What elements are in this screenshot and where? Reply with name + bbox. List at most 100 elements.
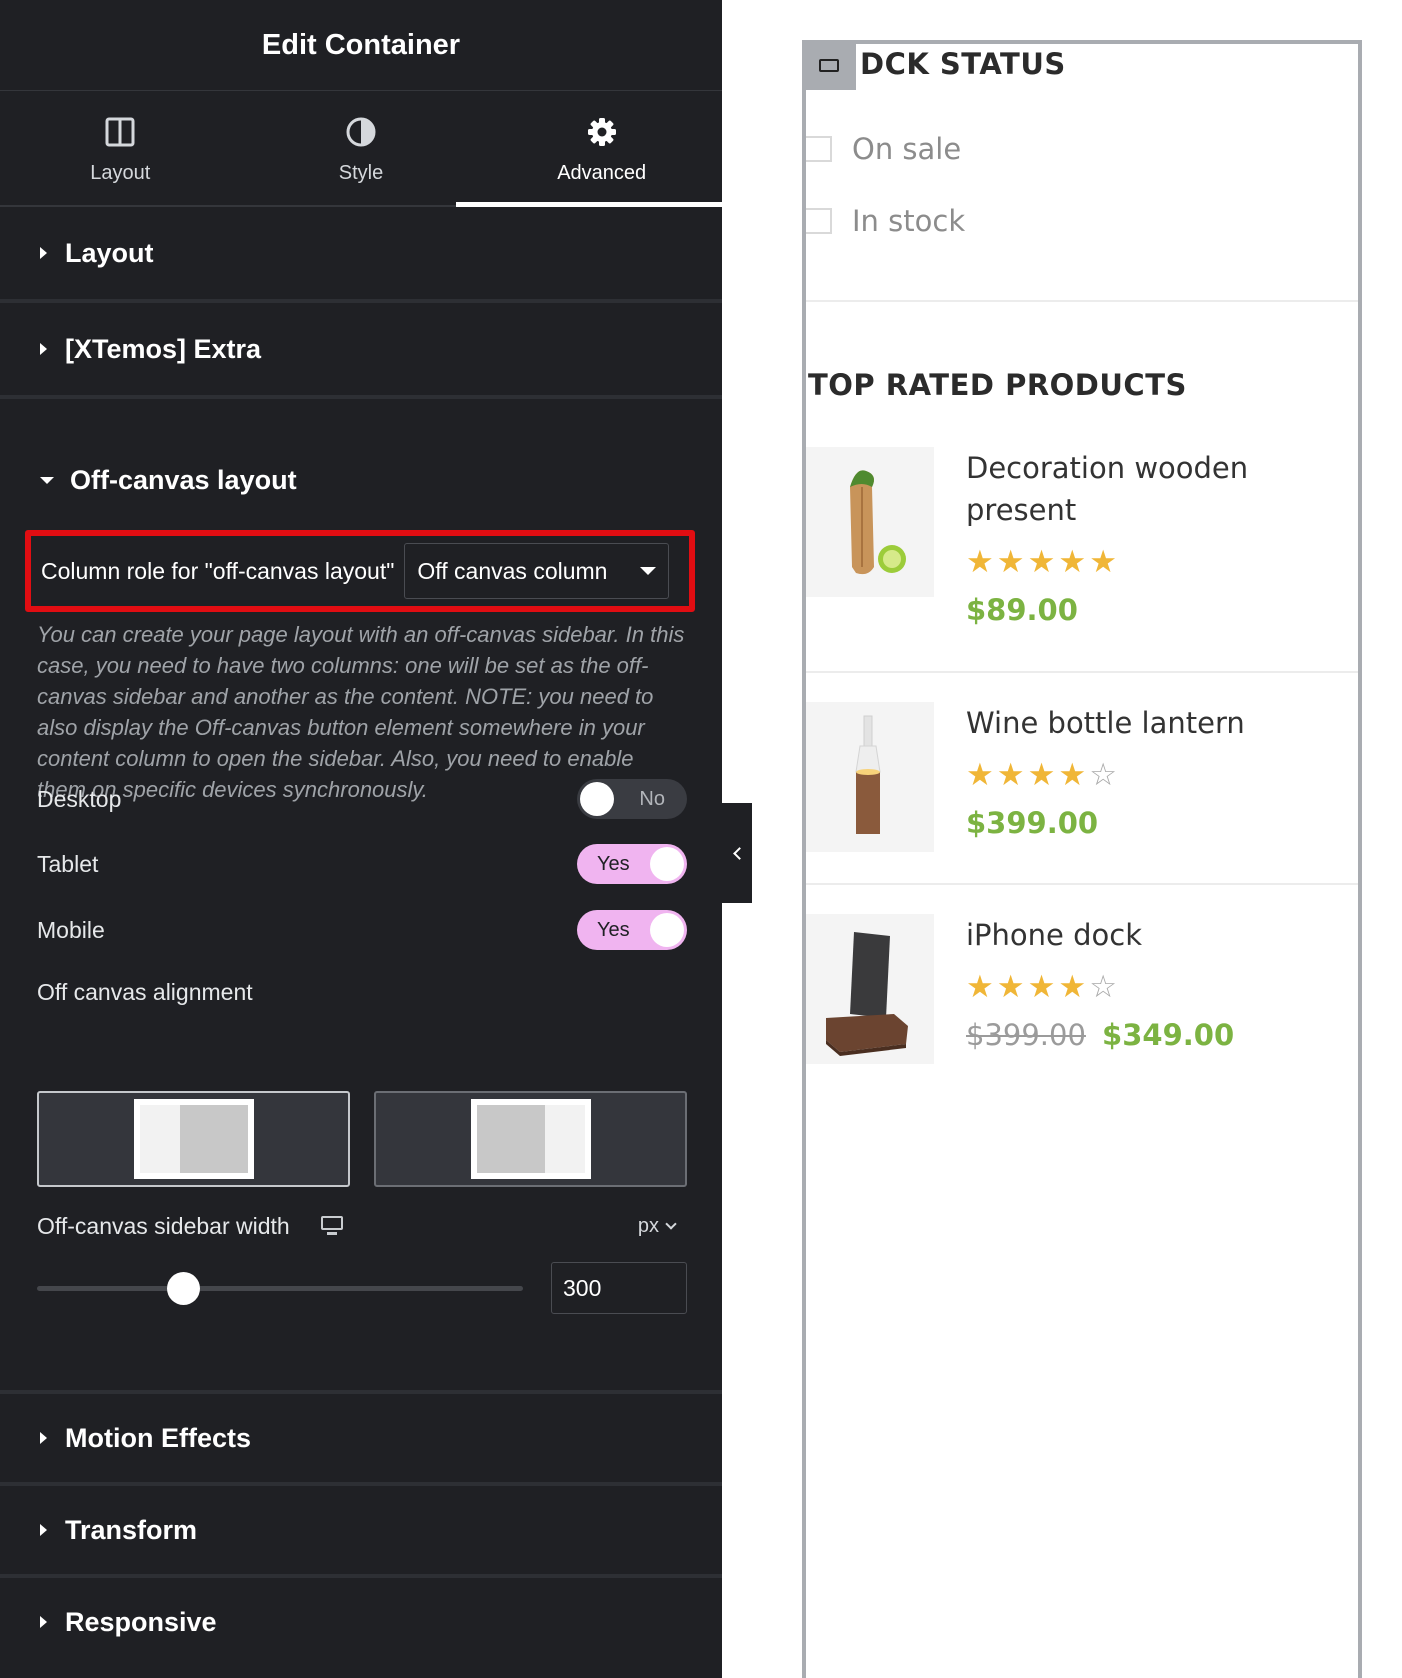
section-xtemos-extra[interactable]: [XTemos] Extra (0, 303, 722, 399)
product-name[interactable]: Decoration wooden present (966, 447, 1356, 531)
filter-in-stock[interactable]: In stock (806, 204, 965, 238)
tab-style-label: Style (338, 161, 384, 184)
price-row: $89.00 (966, 593, 1356, 627)
tab-layout[interactable]: Layout (0, 91, 241, 205)
container-edit-handle[interactable] (802, 40, 856, 90)
star-icon: ★ (1027, 969, 1056, 1004)
unit-value: px (637, 1214, 659, 1237)
top-rated-title: TOP RATED PRODUCTS (808, 368, 1187, 402)
product-price: $399.00 (966, 806, 1099, 840)
container-icon (819, 58, 839, 72)
star-outline-icon: ☆ (1089, 757, 1117, 792)
alignment-options (37, 1091, 687, 1187)
mobile-toggle-text: Yes (597, 919, 630, 941)
alignment-label-row: Off canvas alignment (37, 976, 687, 1008)
rating-stars: ★ ★ ★ ★ ☆ (966, 970, 1356, 1004)
chevron-down-icon (640, 567, 657, 575)
product-item: Wine bottle lantern ★ ★ ★ ★ ☆ $399.00 (806, 702, 1358, 862)
star-icon: ★ (966, 544, 994, 579)
star-icon: ★ (996, 544, 1025, 579)
rating-stars: ★ ★ ★ ★ ★ (966, 545, 1356, 579)
product-name[interactable]: Wine bottle lantern (966, 702, 1356, 744)
price-row: $399.00 $349.00 (966, 1018, 1356, 1052)
section-motion-effects-title: Motion Effects (65, 1422, 251, 1453)
alignment-left-option[interactable] (37, 1091, 350, 1187)
slider-thumb[interactable] (166, 1272, 200, 1305)
star-icon: ★ (1058, 544, 1087, 579)
product-old-price: $399.00 (966, 1018, 1086, 1052)
sidebar-width-header: Off-canvas sidebar width px (37, 1206, 687, 1246)
desktop-toggle[interactable]: No (577, 779, 687, 819)
caret-down-icon (40, 476, 54, 484)
tab-style[interactable]: Style (241, 91, 482, 205)
star-icon: ★ (966, 969, 994, 1004)
alignment-label: Off canvas alignment (37, 978, 253, 1005)
sidebar-right-thumbnail (470, 1099, 591, 1179)
product-image[interactable] (806, 447, 934, 597)
offcanvas-description: You can create your page layout with an … (37, 622, 685, 802)
offcanvas-section-header[interactable]: Off-canvas layout (0, 436, 722, 524)
caret-right-icon (40, 1432, 47, 1444)
chevron-left-icon (732, 846, 746, 860)
product-info: iPhone dock ★ ★ ★ ★ ☆ $399.00 $349.00 (966, 914, 1356, 1052)
product-image[interactable] (806, 702, 934, 852)
product-name[interactable]: iPhone dock (966, 914, 1356, 956)
divider (806, 300, 1358, 302)
sidebar-left-thumbnail (133, 1099, 254, 1179)
section-responsive[interactable]: Responsive (0, 1574, 722, 1666)
filter-label: In stock (852, 204, 966, 238)
alignment-right-option[interactable] (374, 1091, 687, 1187)
sidebar-width-control: 300 (37, 1262, 687, 1314)
gear-icon (582, 112, 622, 152)
panel-tabs: Layout Style Advanced (0, 91, 722, 207)
product-item: iPhone dock ★ ★ ★ ★ ☆ $399.00 $349.00 (806, 914, 1358, 1074)
product-item: Decoration wooden present ★ ★ ★ ★ ★ $89.… (806, 447, 1358, 647)
caret-right-icon (40, 343, 47, 355)
tab-layout-label: Layout (90, 161, 151, 184)
product-price: $89.00 (966, 593, 1078, 627)
star-icon: ★ (996, 757, 1025, 792)
column-role-select-value: Off canvas column (417, 557, 608, 584)
tablet-toggle[interactable]: Yes (577, 844, 687, 884)
unit-select[interactable]: px (637, 1214, 677, 1238)
offcanvas-section-title: Off-canvas layout (70, 464, 297, 495)
star-icon: ★ (996, 969, 1025, 1004)
caret-right-icon (40, 1524, 47, 1536)
toggle-knob (650, 913, 684, 947)
column-role-select[interactable]: Off canvas column (404, 543, 670, 599)
toggle-knob (580, 782, 614, 816)
sidebar-width-input[interactable]: 300 (551, 1262, 687, 1314)
divider (806, 883, 1358, 885)
active-tab-indicator (456, 202, 722, 207)
section-layout[interactable]: Layout (0, 207, 722, 303)
device-row-mobile: Mobile Yes (37, 910, 687, 950)
section-motion-effects[interactable]: Motion Effects (0, 1390, 722, 1482)
product-image[interactable] (806, 914, 934, 1064)
stock-status-title: DCK STATUS (860, 47, 1066, 81)
collapse-panel-button[interactable] (722, 803, 752, 903)
mobile-toggle[interactable]: Yes (577, 910, 687, 950)
panel-header: Edit Container (0, 0, 722, 91)
caret-right-icon (40, 1616, 47, 1628)
desktop-device-icon[interactable] (320, 1216, 344, 1236)
column-role-control: Column role for "off-canvas layout" Off … (25, 530, 695, 612)
checkbox[interactable] (806, 136, 832, 162)
section-transform[interactable]: Transform (0, 1482, 722, 1574)
filter-label: On sale (852, 132, 962, 166)
bottom-sections: Motion Effects Transform Responsive (0, 1390, 722, 1666)
device-label-mobile: Mobile (37, 916, 105, 943)
toggle-knob (650, 847, 684, 881)
star-icon: ★ (1089, 544, 1117, 579)
checkbox[interactable] (806, 208, 832, 234)
desktop-toggle-text: No (639, 788, 665, 810)
slider-track[interactable] (37, 1286, 523, 1291)
star-icon: ★ (966, 757, 994, 792)
tab-advanced[interactable]: Advanced (481, 91, 722, 205)
tab-advanced-label: Advanced (557, 161, 647, 184)
product-info: Decoration wooden present ★ ★ ★ ★ ★ $89.… (966, 447, 1356, 627)
filter-on-sale[interactable]: On sale (806, 132, 961, 166)
star-icon: ★ (1027, 757, 1056, 792)
star-icon: ★ (1027, 544, 1056, 579)
price-row: $399.00 (966, 806, 1356, 840)
device-row-tablet: Tablet Yes (37, 844, 687, 884)
